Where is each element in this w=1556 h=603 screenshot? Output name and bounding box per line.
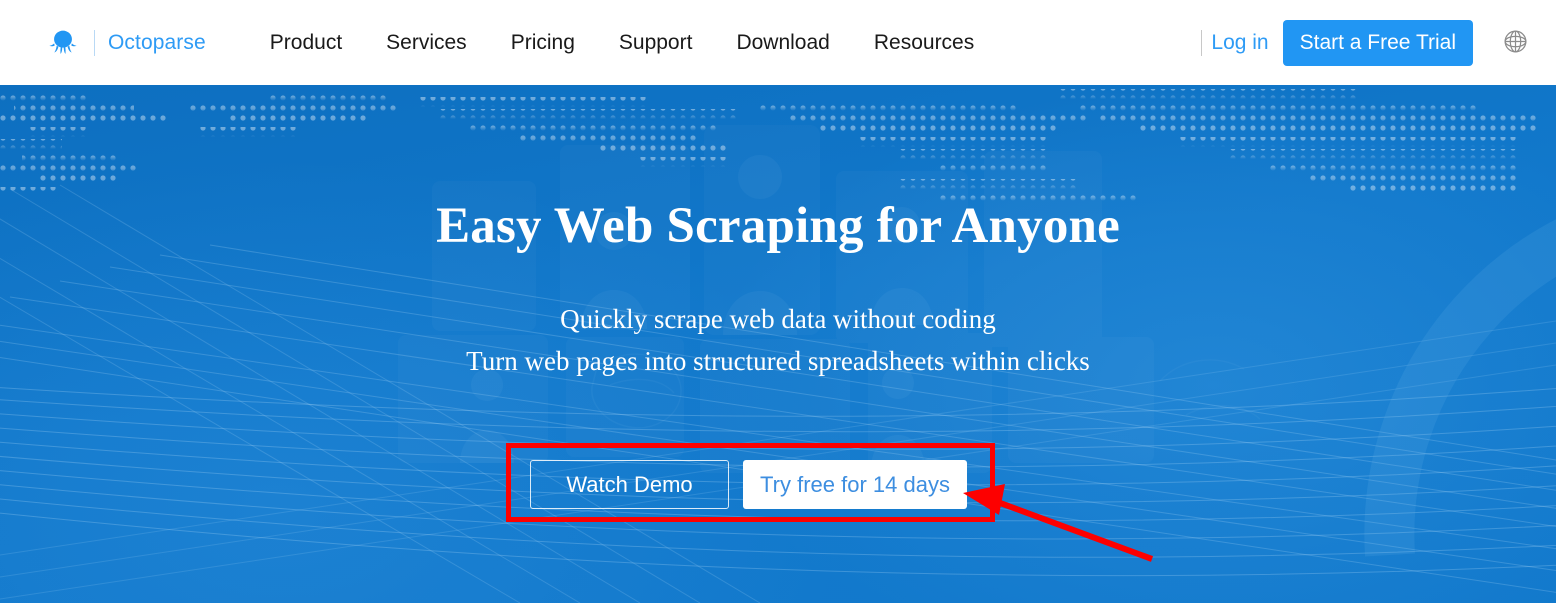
login-link[interactable]: Log in (1211, 31, 1282, 55)
hero-subtitle-1: Quickly scrape web data without coding (560, 304, 996, 334)
page-root: Octoparse Product Services Pricing Suppo… (0, 0, 1556, 603)
brand-name: Octoparse (108, 30, 206, 54)
hero-content: Easy Web Scraping for Anyone Quickly scr… (0, 85, 1556, 603)
nav-item-resources[interactable]: Resources (852, 31, 996, 55)
top-navigation-bar: Octoparse Product Services Pricing Suppo… (0, 0, 1556, 85)
nav-item-services[interactable]: Services (364, 31, 489, 55)
brand-divider (94, 29, 95, 56)
login-divider (1201, 29, 1203, 56)
hero-banner: Easy Web Scraping for Anyone Quickly scr… (0, 85, 1556, 603)
nav-right-group: Log in Start a Free Trial (1201, 0, 1530, 85)
octopus-logo-icon (46, 26, 80, 60)
nav-item-product[interactable]: Product (248, 31, 364, 55)
language-switcher-button[interactable] (1500, 28, 1530, 58)
nav-item-download[interactable]: Download (714, 31, 851, 55)
globe-icon (1502, 28, 1529, 58)
start-free-trial-button[interactable]: Start a Free Trial (1282, 19, 1473, 66)
hero-subtitle-2: Turn web pages into structured spreadshe… (466, 345, 1090, 376)
brand[interactable]: Octoparse (46, 26, 206, 60)
hero-title: Easy Web Scraping for Anyone (436, 198, 1120, 254)
nav-item-pricing[interactable]: Pricing (489, 31, 597, 55)
primary-nav: Product Services Pricing Support Downloa… (248, 31, 996, 55)
nav-item-support[interactable]: Support (597, 31, 715, 55)
